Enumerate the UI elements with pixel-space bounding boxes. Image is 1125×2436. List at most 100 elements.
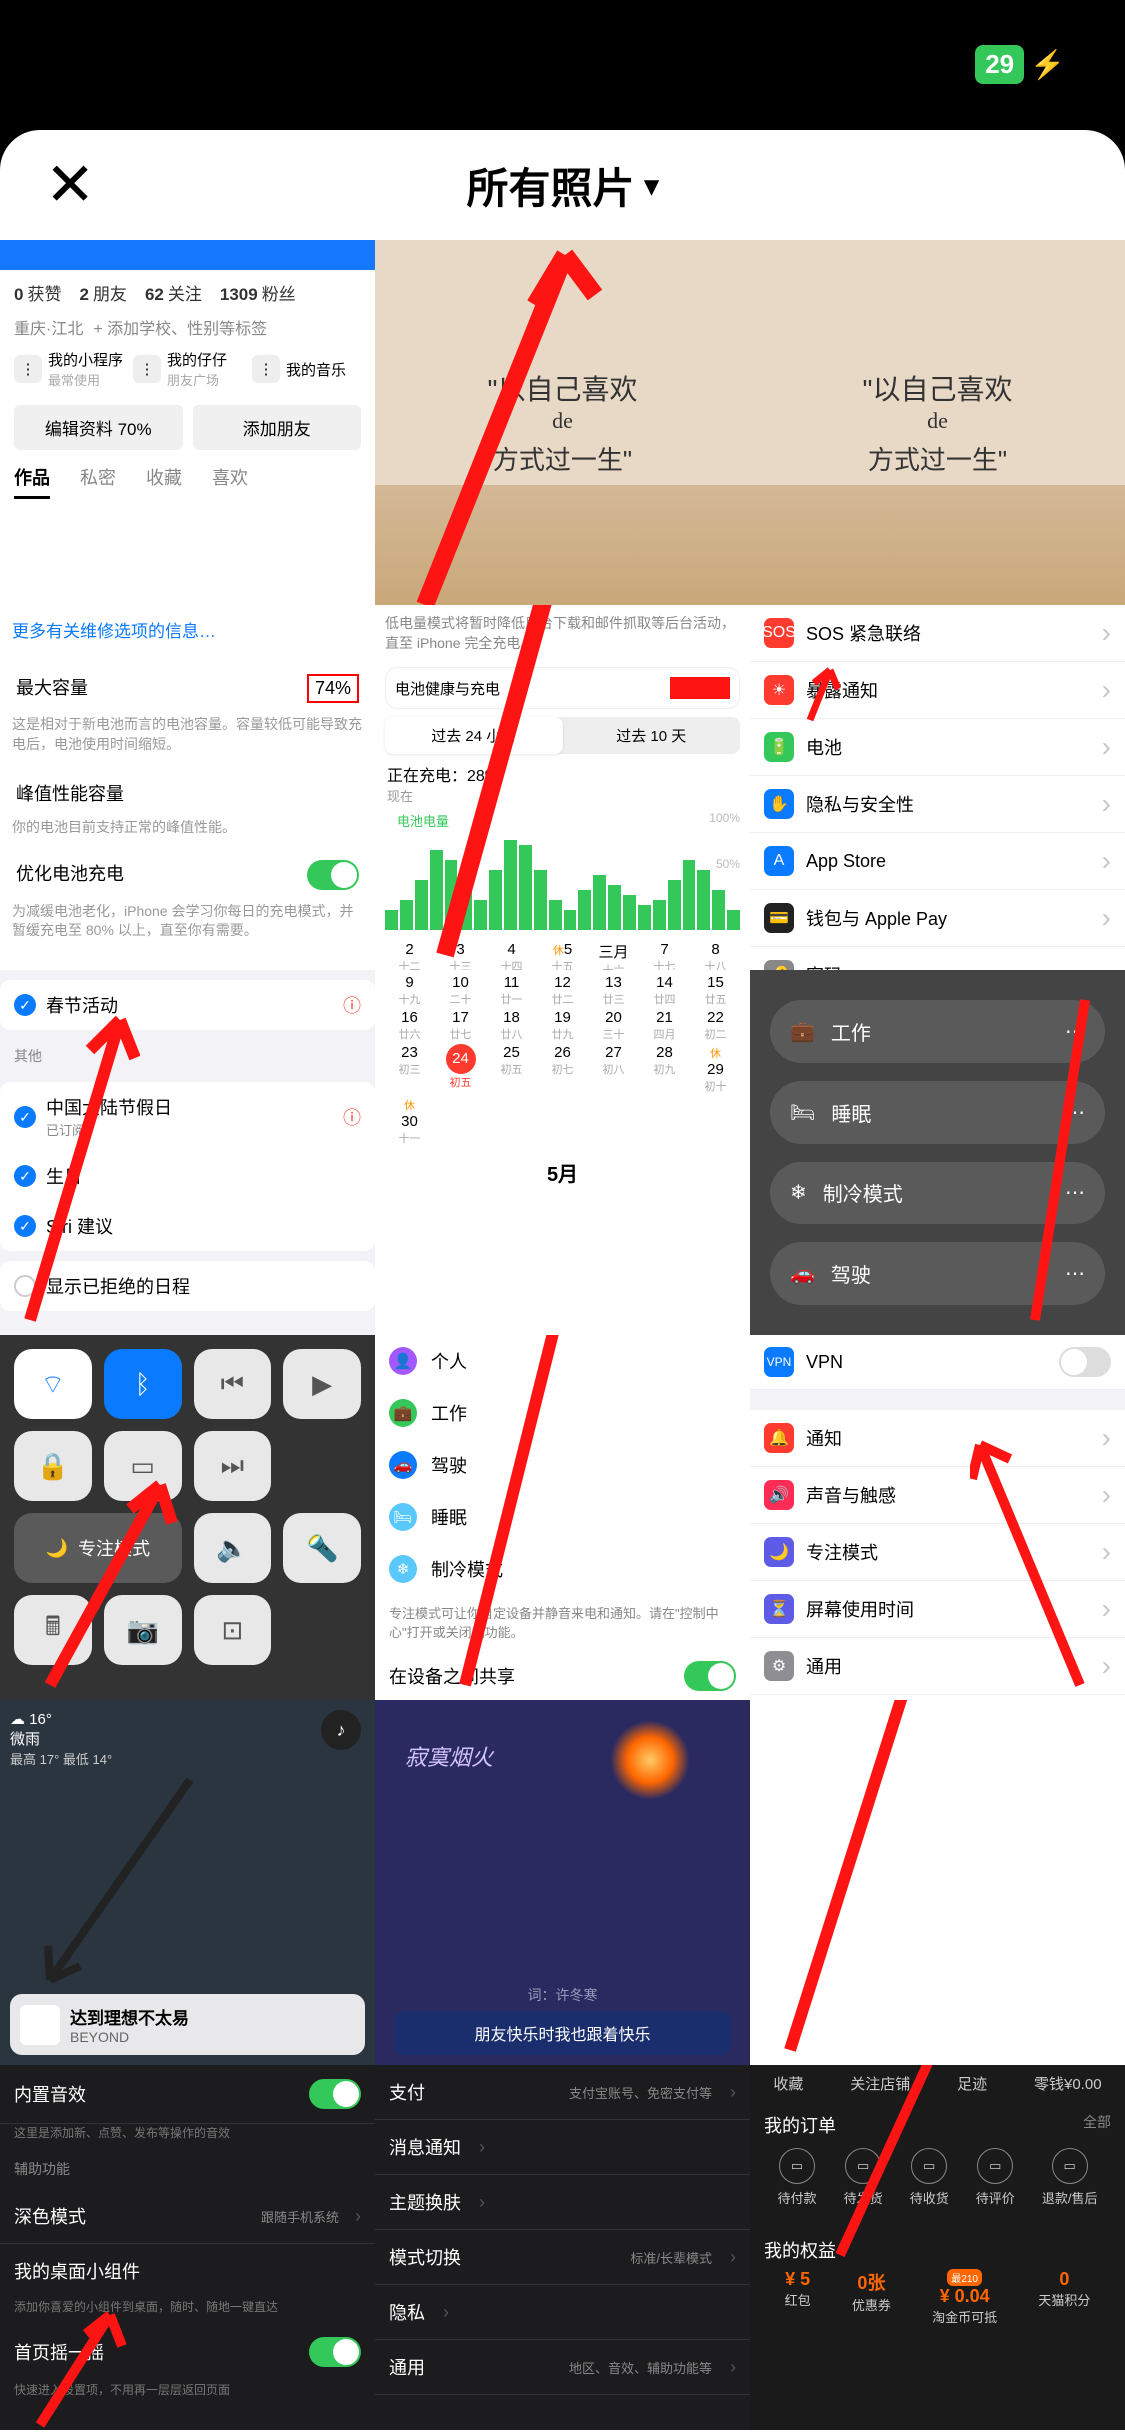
thumb-control-center[interactable]: ⌔ ᛒ ⏮ ▶ 🔒 ▭ ⏭ 🌙 专注模式 🔈 🔦 🖩 📷 ⊡ [0,1335,375,1700]
play-icon: ▶ [283,1349,361,1419]
vpn-toggle [1059,1347,1111,1377]
peak-label: 峰值性能容量 [16,780,124,806]
seg-24h: 过去 24 小时 [385,717,563,754]
cond: 微雨 [10,1731,40,1748]
all-link: 全部 [1083,2112,1111,2138]
lock-icon: 🔒 [14,1431,92,1501]
month-label: 5月 [375,1150,750,1195]
vpn-label: VPN [806,1352,843,1373]
thumb-battery-health[interactable]: 更多有关维修选项的信息… 最大容量 74% 这是相对于新电池而言的电池容量。容量… [0,605,375,970]
mirror-icon: ▭ [104,1431,182,1501]
add-tag: + 添加学校、性别等标签 [93,315,267,339]
thumb-profile[interactable]: 0获赞2朋友62关注1309粉丝 重庆·江北+ 添加学校、性别等标签 ⋮我的小程… [0,240,375,605]
tiktok-icon: ♪ [321,1710,361,1750]
thumb-blank-arrow[interactable] [750,1700,1125,2065]
song-title: 达到理想不太易 [70,2004,189,2029]
optimize-toggle [307,860,359,890]
charging-text: 正在充电：28% [387,768,499,785]
range: 最高 17° 最低 14° [10,1752,112,1767]
quote-line1: "以自己喜欢 [863,368,1013,408]
edit-profile-button: 编辑资料 70% [14,405,183,450]
other-section: 其他 [0,1040,375,1072]
thumb-battery-usage[interactable]: 低电量模式将暂时降低后台下载和邮件抓取等后台活动，直至 iPhone 完全充电。… [375,605,750,970]
charging-bolt-icon: ⚡ [1030,48,1065,81]
focus-button: 🌙 专注模式 [14,1513,182,1583]
builtin-desc: 这里是添加新、点赞、发布等操作的音效 [0,2124,375,2149]
capacity-desc: 这是相对于新电池而言的电池容量。容量较低可能导致充电后，电池使用时间缩短。 [12,715,363,754]
thumb-focus-list[interactable]: 👤个人💼工作🚗驾驶🛏睡眠❄制冷模式 专注模式可让你自定设备并静音来电和通知。请在… [375,1335,750,1700]
shake-toggle [309,2337,361,2367]
flashlight-icon: 🔦 [283,1513,361,1583]
aux-section: 辅助功能 [0,2149,375,2189]
rights-title: 我的权益 [764,2237,836,2263]
chevron-down-icon: ▾ [644,169,658,202]
share-toggle [684,1661,736,1691]
orders-title: 我的订单 [764,2112,836,2138]
thumb-dark-settings-1[interactable]: 内置音效 这里是添加新、点赞、发布等操作的音效 辅助功能 深色模式跟随手机系统›… [0,2065,375,2430]
fw-sig: 词：许冬寒 [528,1985,598,2005]
app-screen: ✕ 所有照片 ▾ 0获赞2朋友62关注1309粉丝 重庆·江北+ 添加学校、性别… [0,130,1125,2436]
wifi-icon: ⌔ [14,1349,92,1419]
thumb-focus-pills[interactable]: 💼工作⋯🛏睡眠⋯❄制冷模式⋯🚗驾驶⋯ [750,970,1125,1335]
add-friend-button: 添加朋友 [193,405,362,450]
thumb-fireworks[interactable]: 寂寞烟火 词：许冬寒 朋友快乐时我也跟着快乐 [375,1700,750,2065]
shake-label: 首页摇一摇 [14,2339,104,2365]
thumb-taobao[interactable]: 收藏关注店铺足迹零钱¥0.00 我的订单全部 ▭待付款▭待发货▭待收货▭待评价▭… [750,2065,1125,2430]
header: ✕ 所有照片 ▾ [0,130,1125,240]
thumb-dark-settings-2[interactable]: 支付支付宝账号、免密支付等›消息通知›主题换肤›模式切换标准/长辈模式›隐私›通… [375,2065,750,2430]
widget-desc: 添加你喜爱的小组件到桌面，随时、随地一键直达 [0,2298,375,2323]
peak-desc: 你的电池目前支持正常的峰值性能。 [12,818,363,838]
shake-desc: 快速进入设置项，不用再一层层返回页面 [0,2381,375,2406]
quote-line2: 方式过一生" [493,440,632,477]
chart-label: 电池电量 [385,811,740,830]
thumb-quote-2[interactable]: "以自己喜欢 de 方式过一生" [750,240,1125,605]
temp: 16° [29,1711,52,1728]
bluetooth-icon: ᛒ [104,1349,182,1419]
seg-10d: 过去 10 天 [563,717,741,754]
now-playing: 达到理想不太易 BEYOND [10,1994,365,2055]
artist: BEYOND [70,2029,189,2045]
quote-de: de [927,408,948,434]
spring-item: 春节活动 [46,992,118,1018]
camera-icon: 📷 [104,1595,182,1665]
quote-de: de [552,408,573,434]
photo-grid: 0获赞2朋友62关注1309粉丝 重庆·江北+ 添加学校、性别等标签 ⋮我的小程… [0,240,1125,2430]
volume-icon: 🔈 [194,1513,272,1583]
batteryhealth-row: 电池健康与充电 [395,678,500,699]
optimize-label: 优化电池充电 [16,860,124,890]
now-text: 现在 [375,786,750,805]
declined-item: 显示已拒绝的日程 [46,1273,190,1299]
thumb-quote-1[interactable]: "以自己喜欢 de 方式过一生" [375,240,750,605]
quote-line1: "以自己喜欢 [488,368,638,408]
location-text: 重庆·江北 [14,315,83,339]
title-text: 所有照片 [466,155,634,216]
fw-text: 寂寞烟火 [405,1740,493,1772]
share-label: 在设备之间共享 [389,1663,515,1689]
max-capacity-value: 74% [307,674,359,703]
close-icon[interactable]: ✕ [45,150,95,220]
max-capacity-label: 最大容量 [16,674,88,703]
thumb-music-widget[interactable]: ☁ 16° 微雨 最高 17° 最低 14° ♪ 达到理想不太易 BEYOND [0,1700,375,2065]
repair-link: 更多有关维修选项的信息… [12,617,363,642]
page-title[interactable]: 所有照片 ▾ [466,155,658,216]
focus-note: 专注模式可让你自定设备并静音来电和通知。请在"控制中心"打开或关闭此功能。 [375,1595,750,1649]
thumb-calendar-month[interactable]: 9十九10二十11廿一12廿二13廿三14廿四15廿五16廿六17廿七18廿八1… [375,970,750,1335]
device-statusbar: 29 ⚡ [975,45,1065,84]
builtin-label: 内置音效 [14,2081,86,2107]
dark-opt: 跟随手机系统 [261,2207,339,2226]
calc-icon: 🖩 [14,1595,92,1665]
thumb-settings-general[interactable]: SOSSOS 紧急联络›☀暴露通知›🔋电池›✋隐私与安全性›AApp Store… [750,605,1125,970]
next-icon: ⏭ [194,1431,272,1501]
prev-icon: ⏮ [194,1349,272,1419]
quote-line2: 方式过一生" [868,440,1007,477]
dark-label: 深色模式 [14,2203,86,2229]
thumb-calendar-settings[interactable]: ✓春节活动ⓘ 其他 ✓中国大陆节假日已订阅ⓘ✓生日✓Siri 建议 显示已拒绝的… [0,970,375,1335]
thumb-settings-notifications[interactable]: VPN VPN 🔔通知›🔊声音与触感›🌙专注模式›⏳屏幕使用时间›⚙通用›⚡控制… [750,1335,1125,1700]
fw-caption: 朋友快乐时我也跟着快乐 [394,2011,732,2055]
lowpower-note: 低电量模式将暂时降低后台下载和邮件抓取等后台活动，直至 iPhone 完全充电。 [375,605,750,661]
widget-label: 我的桌面小组件 [14,2258,140,2284]
optimize-desc: 为减缓电池老化，iPhone 会学习你每日的充电模式，并暂缓充电至 80% 以上… [12,902,363,941]
builtin-toggle [309,2079,361,2109]
scan-icon: ⊡ [194,1595,272,1665]
battery-percentage: 29 [975,45,1024,84]
